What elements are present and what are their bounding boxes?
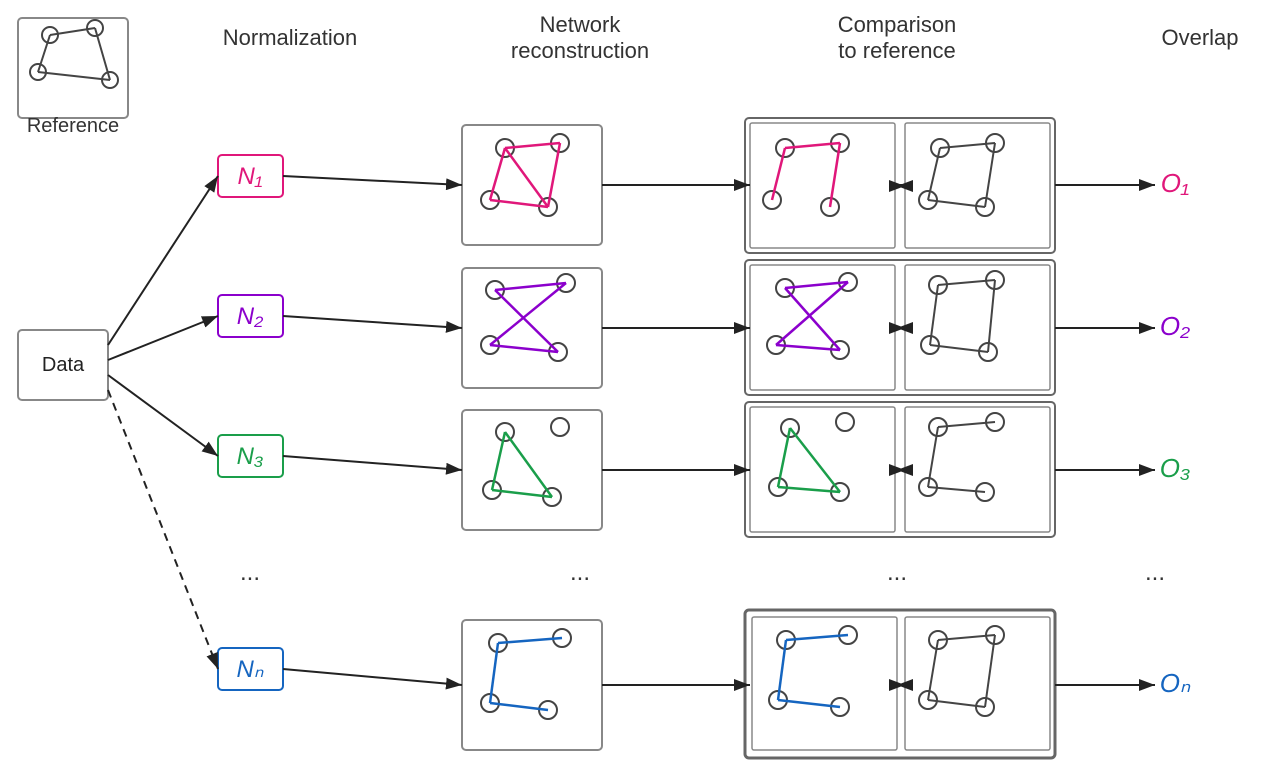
dots-overlap-col: ... [1145,559,1165,586]
o3-label: O₃ [1160,453,1191,483]
main-diagram-svg: Normalization Network reconstruction Com… [0,0,1268,782]
comp-left-r1 [750,123,895,248]
arrow-data-nn [108,390,218,669]
on-label: Oₙ [1160,668,1191,698]
arrow-n2-recon [283,316,462,328]
dots-n-col: ... [240,559,260,586]
n2-label: N₂ [237,303,263,330]
header-comparison: Comparison [838,12,957,37]
r3-recon-n2 [551,418,569,436]
header-reconstruction: reconstruction [511,38,649,63]
arrow-data-n3 [108,375,218,456]
comp-right-r3 [905,407,1050,532]
arrow-data-n1 [108,176,218,345]
o1-label: O₁ [1161,168,1189,198]
dots-comp-col: ... [887,559,907,586]
arrow-n3-recon [283,456,462,470]
data-label: Data [42,354,85,376]
comp-right-r1 [905,123,1050,248]
n1-label: N₁ [238,163,263,190]
diagram-container: Normalization Network reconstruction Com… [0,0,1268,782]
header-network: Network [540,12,622,37]
r3-comp-ln2 [836,413,854,431]
arrow-nn-recon [283,669,462,685]
header-overlap: Overlap [1161,25,1238,50]
n3-label: N₃ [237,443,264,470]
arrow-n1-recon [283,176,462,185]
reference-label: Reference [27,115,119,137]
dots-recon-col: ... [570,559,590,586]
comp-right-r2 [905,265,1050,390]
nn-label: Nₙ [237,656,264,683]
header-to-reference: to reference [838,38,955,63]
arrow-data-n2 [108,316,218,360]
o2-label: O₂ [1160,311,1190,341]
header-normalization: Normalization [223,25,358,50]
